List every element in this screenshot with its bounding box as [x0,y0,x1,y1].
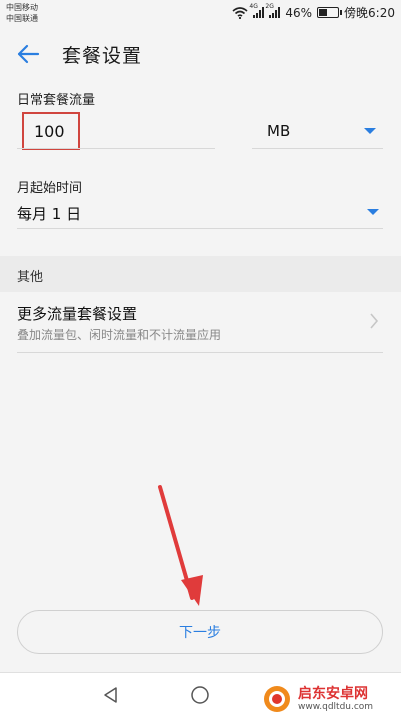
watermark-name: 启东安卓网 [298,685,368,702]
watermark-logo-icon [264,686,290,712]
unit-underline [252,148,383,149]
nav-back-button[interactable] [99,683,123,707]
status-icons: 4G 2G 46% 傍晚6:20 [232,3,395,21]
app-bar: 套餐设置 [0,28,401,80]
chevron-right-icon [370,313,379,329]
data-plan-input[interactable] [22,112,80,150]
other-section-header: 其他 [0,256,401,292]
signal-1-icon: 4G [249,3,265,18]
battery-icon [317,7,343,18]
back-button[interactable] [12,38,44,70]
clock: 傍晚6:20 [344,6,395,20]
page-title: 套餐设置 [62,45,143,67]
nav-back-triangle-icon [104,687,117,703]
watermark: 启东安卓网 www.qdltdu.com [262,682,397,716]
more-plan-subtitle: 叠加流量包、闲时流量和不计流量应用 [17,328,222,342]
more-plan-settings-row[interactable]: 更多流量套餐设置 叠加流量包、闲时流量和不计流量应用 [0,292,401,352]
start-day-value: 每月 1 日 [17,205,82,223]
data-plan-underline [17,148,215,149]
more-row-divider [17,352,383,353]
signal-2-icon: 2G [265,3,281,18]
next-step-button[interactable]: 下一步 [17,610,383,654]
unit-value: MB [267,122,291,140]
data-plan-label: 日常套餐流量 [17,93,96,108]
start-day-caret-icon [367,209,379,215]
nav-home-button[interactable] [188,683,212,707]
nav-home-circle-icon [191,686,209,704]
battery-fill [319,9,327,16]
status-bar: 中国移动 中国联通 4G 2G 46% 傍晚6:20 [0,0,401,28]
more-plan-title: 更多流量套餐设置 [17,305,138,323]
start-day-select[interactable]: 每月 1 日 [17,198,383,228]
back-arrow-icon [17,44,40,64]
carrier-1: 中国移动 [6,3,38,12]
unit-dropdown-caret-icon [364,128,376,134]
battery-percent: 46% [285,5,313,20]
unit-select[interactable]: MB [252,112,382,150]
wifi-icon [232,6,248,19]
watermark-url: www.qdltdu.com [298,701,374,712]
start-day-label: 月起始时间 [17,181,83,196]
carrier-names: 中国移动 中国联通 [6,2,38,24]
signal-2-tag: 2G [265,3,274,10]
signal-1-tag: 4G [249,3,258,10]
settings-content [0,80,401,672]
carrier-2: 中国联通 [6,14,38,23]
other-section-title: 其他 [17,270,44,285]
start-day-underline [17,228,383,229]
